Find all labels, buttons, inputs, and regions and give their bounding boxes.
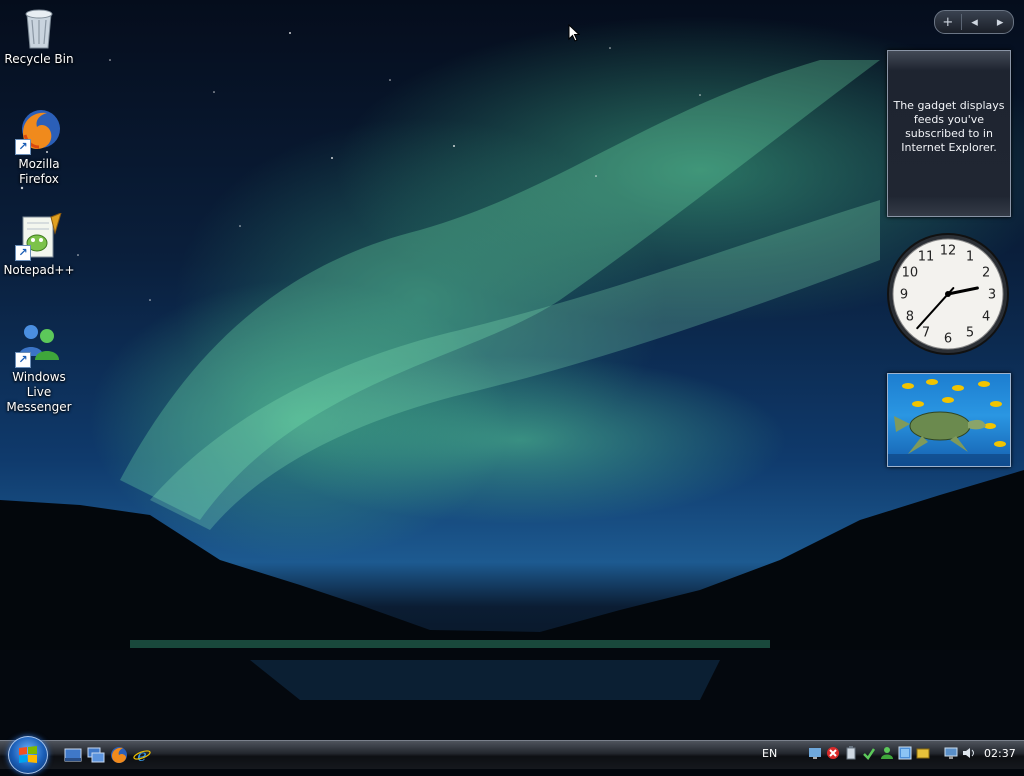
mouse-cursor-icon — [568, 24, 580, 42]
clock-gadget[interactable]: 12 1 2 3 4 5 6 7 8 9 10 11 — [886, 232, 1010, 356]
previous-page-button[interactable]: ◂ — [962, 15, 988, 30]
recycle-bin-icon — [15, 2, 63, 50]
slideshow-gadget[interactable] — [887, 373, 1011, 467]
taskbar-clock[interactable]: 02:37 — [984, 747, 1016, 760]
language-indicator[interactable]: EN — [762, 747, 777, 760]
speaker-icon[interactable] — [962, 746, 976, 760]
desktop-icon-label: Windows Live Messenger — [6, 370, 72, 414]
desktop-icon-label: Recycle Bin — [4, 52, 74, 66]
clock-number: 3 — [988, 288, 996, 303]
feed-gadget-message: The gadget displays feeds you've subscri… — [893, 99, 1005, 154]
monitor-network-icon[interactable] — [944, 746, 958, 760]
clock-number: 8 — [906, 310, 914, 325]
desktop-icon-windows-live-messenger[interactable]: ↗ Windows Live Messenger — [0, 320, 78, 415]
shortcut-arrow-icon: ↗ — [15, 139, 31, 155]
clock-number: 12 — [940, 244, 957, 259]
clock-number: 4 — [982, 310, 990, 325]
messenger-icon: ↗ — [15, 320, 63, 368]
start-button[interactable] — [8, 736, 48, 774]
turtle-photo — [888, 379, 1010, 466]
clock-number: 2 — [982, 266, 990, 281]
add-gadget-button[interactable]: + — [935, 15, 961, 30]
network-icon[interactable] — [808, 746, 822, 760]
internet-explorer-icon[interactable]: e — [133, 746, 151, 764]
shortcut-arrow-icon: ↗ — [15, 245, 31, 261]
firefox-icon[interactable] — [110, 746, 128, 764]
show-desktop-icon[interactable] — [64, 746, 82, 764]
taskbar: e EN 02:37 — [0, 736, 1024, 774]
battery-icon[interactable] — [844, 746, 858, 760]
desktop-icon-notepad-plus-plus[interactable]: ↗ Notepad++ — [0, 212, 78, 278]
security-alert-icon[interactable] — [826, 746, 840, 760]
clock-number: 5 — [966, 326, 974, 341]
firefox-icon: ↗ — [15, 107, 63, 155]
update-icon[interactable] — [862, 746, 876, 760]
svg-text:e: e — [137, 746, 146, 764]
switch-windows-icon[interactable] — [87, 746, 105, 764]
clock-number: 11 — [918, 249, 935, 264]
clock-number: 7 — [922, 326, 930, 341]
desktop-icon-label: Notepad++ — [3, 263, 75, 277]
display-icon[interactable] — [898, 746, 912, 760]
desktop-icon-label: Mozilla Firefox — [18, 157, 60, 186]
clock-number: 6 — [944, 332, 952, 347]
desktop-wallpaper — [0, 0, 1024, 740]
analog-clock-face: 12 12 3 45678 9 10 11 — [887, 233, 1009, 355]
sidebar-controls: + ◂ ▸ — [934, 10, 1014, 34]
clock-number: 10 — [902, 266, 919, 281]
desktop-icon-recycle-bin[interactable]: Recycle Bin — [0, 2, 78, 67]
clock-number: 1 — [966, 249, 974, 264]
notepad-plus-plus-icon: ↗ — [15, 212, 63, 261]
next-page-button[interactable]: ▸ — [987, 15, 1013, 30]
desktop-icon-firefox[interactable]: ↗ Mozilla Firefox — [0, 107, 78, 187]
messenger-status-icon[interactable] — [880, 746, 894, 760]
aurora-landscape — [0, 32, 1024, 740]
feed-headlines-gadget[interactable]: The gadget displays feeds you've subscri… — [887, 50, 1011, 217]
shortcut-arrow-icon: ↗ — [15, 352, 31, 368]
clock-number: 9 — [900, 288, 908, 303]
notification-icon[interactable] — [916, 746, 930, 760]
